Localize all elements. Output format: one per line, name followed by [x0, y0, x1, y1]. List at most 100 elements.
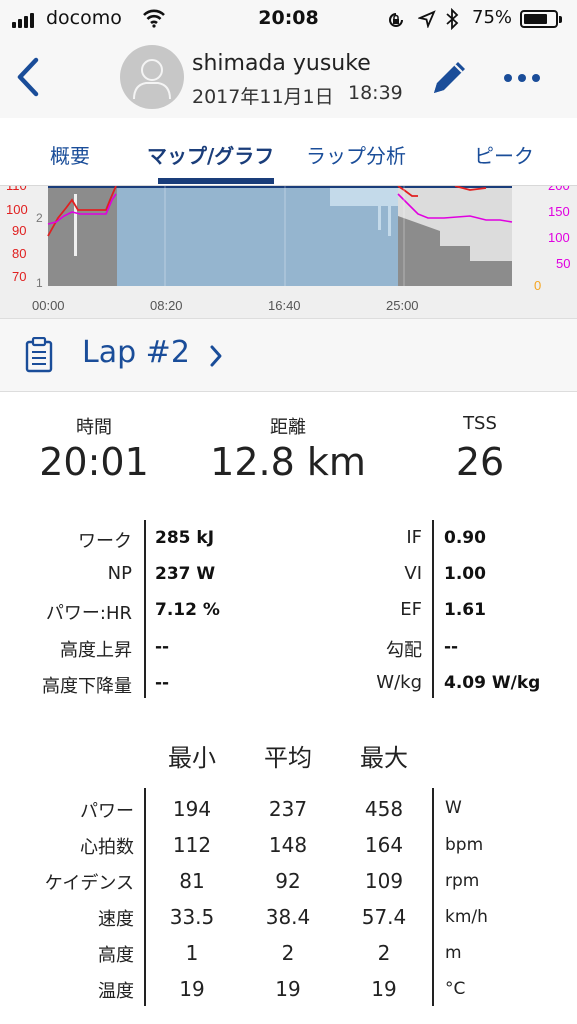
- stat-unit-speed: km/h: [445, 907, 488, 927]
- chart-svg[interactable]: 110 100 90 80 70 2 1 200 150 100 50 0 00…: [0, 186, 577, 318]
- back-button[interactable]: [12, 54, 46, 100]
- elevation-area-left: [48, 186, 117, 286]
- metric-value-if: 0.90: [444, 528, 486, 548]
- stat-min-power: 194: [172, 797, 212, 821]
- metric-label-power-hr: パワー:HR: [45, 603, 132, 624]
- stat-avg-altitude: 2: [281, 941, 295, 965]
- stat-max-power: 458: [364, 797, 404, 821]
- lap-selector[interactable]: Lap #2: [0, 318, 577, 392]
- stats-divider-left: [144, 788, 146, 1006]
- metric-label-ef: EF: [400, 599, 422, 620]
- stat-min-speed: 33.5: [169, 905, 215, 929]
- x-axis-tick: 08:20: [150, 298, 183, 313]
- stat-unit-temperature: °C: [445, 979, 466, 999]
- bluetooth-icon: [446, 8, 459, 30]
- edit-pencil-button[interactable]: [428, 55, 472, 99]
- stat-max-altitude: 2: [377, 941, 391, 965]
- left-axis-gray-tick: 1: [36, 276, 43, 290]
- stat-min-altitude: 1: [185, 941, 199, 965]
- status-bar: docomo 20:08 75%: [0, 0, 577, 38]
- stat-max-heart-rate: 164: [364, 833, 404, 857]
- metric-label-ascent: 高度上昇: [60, 640, 132, 661]
- tab-overview[interactable]: 概要: [50, 140, 90, 169]
- stat-unit-heart-rate: bpm: [445, 835, 484, 855]
- metric-value-np: 237 W: [155, 564, 216, 584]
- user-name: shimada yusuke: [192, 51, 371, 76]
- stats-divider-right: [432, 788, 434, 1006]
- active-tab-indicator: [158, 178, 274, 184]
- x-axis-tick: 16:40: [268, 298, 301, 313]
- stat-min-temperature: 19: [179, 977, 205, 1001]
- metric-value-gradient: --: [444, 637, 459, 657]
- selected-region-highlight: [330, 186, 398, 206]
- stat-avg-temperature: 19: [275, 977, 301, 1001]
- metric-value-vi: 1.00: [444, 564, 486, 584]
- chevron-right-icon[interactable]: [208, 344, 224, 368]
- metric-label-gradient: 勾配: [386, 640, 422, 661]
- metric-value-wkg: 4.09 W/kg: [444, 673, 541, 693]
- clipboard-icon: [25, 337, 53, 373]
- stats-header-max: 最大: [360, 744, 408, 772]
- tab-map-graph[interactable]: マップ/グラフ: [147, 140, 274, 169]
- stat-max-temperature: 19: [371, 977, 397, 1001]
- metric-label-vi: VI: [404, 563, 422, 584]
- stat-unit-altitude: m: [445, 943, 462, 963]
- summary-value-time: 20:01: [39, 440, 149, 484]
- battery-icon: [520, 10, 562, 28]
- metric-value-work: 285 kJ: [155, 528, 215, 548]
- stat-min-cadence: 81: [179, 869, 205, 893]
- stat-label-power: パワー: [80, 801, 134, 822]
- left-axis-tick: 70: [12, 269, 26, 284]
- right-axis-tick: 150: [548, 204, 570, 219]
- stat-label-speed: 速度: [98, 909, 134, 930]
- tab-peak[interactable]: ピーク: [474, 140, 534, 169]
- x-axis-tick: 25:00: [386, 298, 419, 313]
- stat-max-speed: 57.4: [361, 905, 407, 929]
- stat-avg-speed: 38.4: [265, 905, 311, 929]
- stat-avg-power: 237: [268, 797, 308, 821]
- stat-label-heart-rate: 心拍数: [80, 837, 134, 858]
- avatar[interactable]: [120, 45, 184, 109]
- summary-label-tss: TSS: [463, 413, 497, 434]
- stat-min-heart-rate: 112: [172, 833, 212, 857]
- nav-header: shimada yusuke 2017年11月1日 18:39: [0, 38, 577, 118]
- left-axis-tick: 80: [12, 246, 26, 261]
- battery-percent: 75%: [472, 7, 513, 28]
- stats-header-avg: 平均: [264, 744, 312, 772]
- location-icon: [418, 10, 436, 28]
- metric-label-np: NP: [107, 563, 132, 584]
- metrics-divider-left: [144, 520, 146, 698]
- left-axis-tick: 100: [6, 202, 28, 217]
- right-axis-tick: 50: [556, 256, 570, 271]
- metric-value-ef: 1.61: [444, 600, 486, 620]
- activity-time: 18:39: [348, 82, 403, 104]
- activity-date: 2017年11月1日: [192, 86, 334, 108]
- metric-label-if: IF: [406, 527, 422, 548]
- metric-label-descent: 高度下降量: [42, 676, 132, 697]
- stat-avg-cadence: 92: [275, 869, 301, 893]
- stat-label-cadence: ケイデンス: [44, 873, 134, 894]
- stat-label-temperature: 温度: [98, 981, 134, 1002]
- user-placeholder-icon: [133, 59, 171, 100]
- summary-label-distance: 距離: [270, 417, 306, 438]
- stats-header-min: 最小: [168, 744, 216, 772]
- left-axis-tick: 90: [12, 223, 26, 238]
- stat-max-cadence: 109: [364, 869, 404, 893]
- right-axis-tick: 100: [548, 230, 570, 245]
- summary-value-tss: 26: [455, 440, 505, 484]
- more-options-button[interactable]: [500, 58, 544, 98]
- metric-value-ascent: --: [155, 637, 170, 657]
- stat-unit-power: W: [445, 798, 462, 818]
- x-axis-tick: 00:00: [32, 298, 65, 313]
- left-axis-tick: 110: [6, 186, 27, 193]
- metrics-divider-right: [432, 520, 434, 698]
- lap-title[interactable]: Lap #2: [82, 335, 190, 370]
- metric-value-power-hr: 7.12 %: [155, 600, 220, 620]
- orientation-lock-icon: [389, 13, 403, 27]
- right-axis-tick-orange: 0: [534, 278, 541, 293]
- stat-avg-heart-rate: 148: [268, 833, 308, 857]
- metric-label-wkg: W/kg: [376, 672, 422, 693]
- tab-lap-analysis[interactable]: ラップ分析: [306, 140, 406, 169]
- activity-chart[interactable]: 110 100 90 80 70 2 1 200 150 100 50 0 00…: [0, 186, 577, 318]
- tab-bar: 概要 マップ/グラフ ラップ分析 ピーク: [0, 118, 577, 186]
